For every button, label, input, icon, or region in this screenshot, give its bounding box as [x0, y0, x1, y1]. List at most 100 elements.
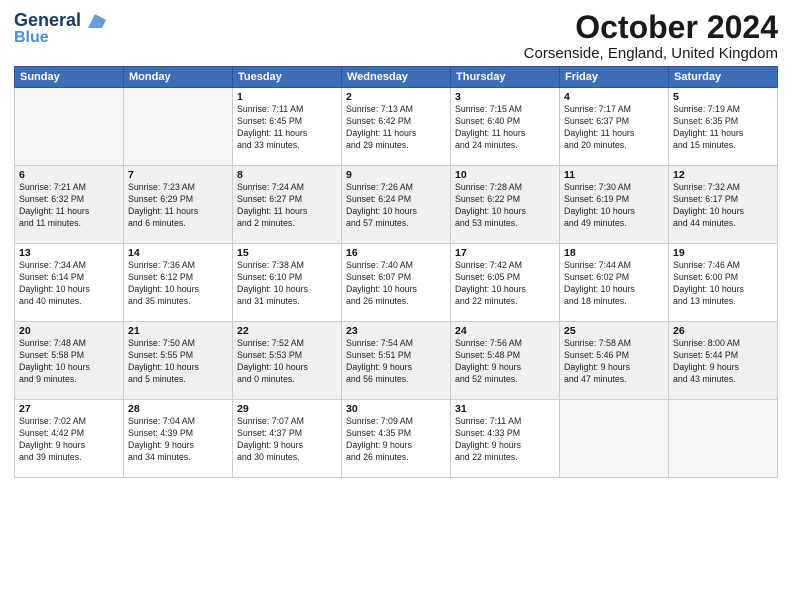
calendar-week-row: 13Sunrise: 7:34 AM Sunset: 6:14 PM Dayli…: [15, 244, 778, 322]
logo-text-general: General: [14, 11, 81, 31]
calendar-day-13: 13Sunrise: 7:34 AM Sunset: 6:14 PM Dayli…: [15, 244, 124, 322]
day-number: 6: [19, 169, 119, 181]
day-info: Sunrise: 7:38 AM Sunset: 6:10 PM Dayligh…: [237, 260, 337, 308]
day-number: 5: [673, 91, 773, 103]
day-number: 9: [346, 169, 446, 181]
calendar-day-26: 26Sunrise: 8:00 AM Sunset: 5:44 PM Dayli…: [669, 322, 778, 400]
title-block: October 2024 Corsenside, England, United…: [524, 10, 778, 62]
calendar-day-9: 9Sunrise: 7:26 AM Sunset: 6:24 PM Daylig…: [342, 166, 451, 244]
day-info: Sunrise: 7:09 AM Sunset: 4:35 PM Dayligh…: [346, 416, 446, 464]
day-info: Sunrise: 7:30 AM Sunset: 6:19 PM Dayligh…: [564, 182, 664, 230]
day-info: Sunrise: 7:23 AM Sunset: 6:29 PM Dayligh…: [128, 182, 228, 230]
calendar-day-8: 8Sunrise: 7:24 AM Sunset: 6:27 PM Daylig…: [233, 166, 342, 244]
calendar-day-3: 3Sunrise: 7:15 AM Sunset: 6:40 PM Daylig…: [451, 88, 560, 166]
day-number: 21: [128, 325, 228, 337]
logo: General Blue: [14, 10, 106, 47]
day-number: 25: [564, 325, 664, 337]
calendar-week-row: 20Sunrise: 7:48 AM Sunset: 5:58 PM Dayli…: [15, 322, 778, 400]
day-number: 26: [673, 325, 773, 337]
day-info: Sunrise: 7:34 AM Sunset: 6:14 PM Dayligh…: [19, 260, 119, 308]
location-title: Corsenside, England, United Kingdom: [524, 45, 778, 62]
day-info: Sunrise: 7:24 AM Sunset: 6:27 PM Dayligh…: [237, 182, 337, 230]
day-number: 15: [237, 247, 337, 259]
calendar-day-17: 17Sunrise: 7:42 AM Sunset: 6:05 PM Dayli…: [451, 244, 560, 322]
day-number: 11: [564, 169, 664, 181]
calendar-week-row: 6Sunrise: 7:21 AM Sunset: 6:32 PM Daylig…: [15, 166, 778, 244]
weekday-header-row: SundayMondayTuesdayWednesdayThursdayFrid…: [15, 67, 778, 88]
day-info: Sunrise: 7:21 AM Sunset: 6:32 PM Dayligh…: [19, 182, 119, 230]
calendar-day-7: 7Sunrise: 7:23 AM Sunset: 6:29 PM Daylig…: [124, 166, 233, 244]
day-info: Sunrise: 7:11 AM Sunset: 4:33 PM Dayligh…: [455, 416, 555, 464]
calendar-day-16: 16Sunrise: 7:40 AM Sunset: 6:07 PM Dayli…: [342, 244, 451, 322]
day-info: Sunrise: 7:42 AM Sunset: 6:05 PM Dayligh…: [455, 260, 555, 308]
calendar-day-30: 30Sunrise: 7:09 AM Sunset: 4:35 PM Dayli…: [342, 400, 451, 478]
day-info: Sunrise: 7:19 AM Sunset: 6:35 PM Dayligh…: [673, 104, 773, 152]
day-info: Sunrise: 7:40 AM Sunset: 6:07 PM Dayligh…: [346, 260, 446, 308]
calendar-day-1: 1Sunrise: 7:11 AM Sunset: 6:45 PM Daylig…: [233, 88, 342, 166]
day-info: Sunrise: 7:52 AM Sunset: 5:53 PM Dayligh…: [237, 338, 337, 386]
day-number: 2: [346, 91, 446, 103]
day-number: 1: [237, 91, 337, 103]
day-info: Sunrise: 7:07 AM Sunset: 4:37 PM Dayligh…: [237, 416, 337, 464]
day-number: 10: [455, 169, 555, 181]
day-number: 30: [346, 403, 446, 415]
calendar-day-20: 20Sunrise: 7:48 AM Sunset: 5:58 PM Dayli…: [15, 322, 124, 400]
day-number: 31: [455, 403, 555, 415]
calendar-day-11: 11Sunrise: 7:30 AM Sunset: 6:19 PM Dayli…: [560, 166, 669, 244]
calendar-day-25: 25Sunrise: 7:58 AM Sunset: 5:46 PM Dayli…: [560, 322, 669, 400]
day-info: Sunrise: 7:46 AM Sunset: 6:00 PM Dayligh…: [673, 260, 773, 308]
day-info: Sunrise: 7:02 AM Sunset: 4:42 PM Dayligh…: [19, 416, 119, 464]
day-number: 20: [19, 325, 119, 337]
weekday-header-sunday: Sunday: [15, 67, 124, 88]
day-info: Sunrise: 7:04 AM Sunset: 4:39 PM Dayligh…: [128, 416, 228, 464]
day-number: 18: [564, 247, 664, 259]
day-number: 19: [673, 247, 773, 259]
calendar-day-22: 22Sunrise: 7:52 AM Sunset: 5:53 PM Dayli…: [233, 322, 342, 400]
day-info: Sunrise: 7:48 AM Sunset: 5:58 PM Dayligh…: [19, 338, 119, 386]
day-number: 7: [128, 169, 228, 181]
day-info: Sunrise: 7:44 AM Sunset: 6:02 PM Dayligh…: [564, 260, 664, 308]
day-number: 23: [346, 325, 446, 337]
month-title: October 2024: [524, 10, 778, 45]
weekday-header-tuesday: Tuesday: [233, 67, 342, 88]
calendar-day-21: 21Sunrise: 7:50 AM Sunset: 5:55 PM Dayli…: [124, 322, 233, 400]
calendar-day-2: 2Sunrise: 7:13 AM Sunset: 6:42 PM Daylig…: [342, 88, 451, 166]
day-number: 29: [237, 403, 337, 415]
day-info: Sunrise: 7:28 AM Sunset: 6:22 PM Dayligh…: [455, 182, 555, 230]
calendar-week-row: 1Sunrise: 7:11 AM Sunset: 6:45 PM Daylig…: [15, 88, 778, 166]
calendar-empty-cell: [124, 88, 233, 166]
calendar-day-27: 27Sunrise: 7:02 AM Sunset: 4:42 PM Dayli…: [15, 400, 124, 478]
calendar-day-19: 19Sunrise: 7:46 AM Sunset: 6:00 PM Dayli…: [669, 244, 778, 322]
calendar-day-12: 12Sunrise: 7:32 AM Sunset: 6:17 PM Dayli…: [669, 166, 778, 244]
day-info: Sunrise: 7:13 AM Sunset: 6:42 PM Dayligh…: [346, 104, 446, 152]
calendar-day-15: 15Sunrise: 7:38 AM Sunset: 6:10 PM Dayli…: [233, 244, 342, 322]
calendar-day-24: 24Sunrise: 7:56 AM Sunset: 5:48 PM Dayli…: [451, 322, 560, 400]
calendar-day-4: 4Sunrise: 7:17 AM Sunset: 6:37 PM Daylig…: [560, 88, 669, 166]
day-number: 16: [346, 247, 446, 259]
weekday-header-saturday: Saturday: [669, 67, 778, 88]
calendar-day-5: 5Sunrise: 7:19 AM Sunset: 6:35 PM Daylig…: [669, 88, 778, 166]
calendar-table: SundayMondayTuesdayWednesdayThursdayFrid…: [14, 66, 778, 478]
page: General Blue October 2024 Corsenside, En…: [0, 0, 792, 488]
day-number: 8: [237, 169, 337, 181]
day-info: Sunrise: 7:56 AM Sunset: 5:48 PM Dayligh…: [455, 338, 555, 386]
day-info: Sunrise: 7:54 AM Sunset: 5:51 PM Dayligh…: [346, 338, 446, 386]
day-info: Sunrise: 7:11 AM Sunset: 6:45 PM Dayligh…: [237, 104, 337, 152]
day-number: 28: [128, 403, 228, 415]
day-info: Sunrise: 7:32 AM Sunset: 6:17 PM Dayligh…: [673, 182, 773, 230]
calendar-day-18: 18Sunrise: 7:44 AM Sunset: 6:02 PM Dayli…: [560, 244, 669, 322]
day-info: Sunrise: 7:36 AM Sunset: 6:12 PM Dayligh…: [128, 260, 228, 308]
logo-icon: [84, 10, 106, 32]
day-number: 17: [455, 247, 555, 259]
calendar-week-row: 27Sunrise: 7:02 AM Sunset: 4:42 PM Dayli…: [15, 400, 778, 478]
weekday-header-thursday: Thursday: [451, 67, 560, 88]
calendar-empty-cell: [669, 400, 778, 478]
day-info: Sunrise: 7:58 AM Sunset: 5:46 PM Dayligh…: [564, 338, 664, 386]
day-number: 4: [564, 91, 664, 103]
day-number: 13: [19, 247, 119, 259]
header: General Blue October 2024 Corsenside, En…: [14, 10, 778, 62]
day-info: Sunrise: 7:15 AM Sunset: 6:40 PM Dayligh…: [455, 104, 555, 152]
weekday-header-wednesday: Wednesday: [342, 67, 451, 88]
day-number: 22: [237, 325, 337, 337]
day-info: Sunrise: 7:17 AM Sunset: 6:37 PM Dayligh…: [564, 104, 664, 152]
